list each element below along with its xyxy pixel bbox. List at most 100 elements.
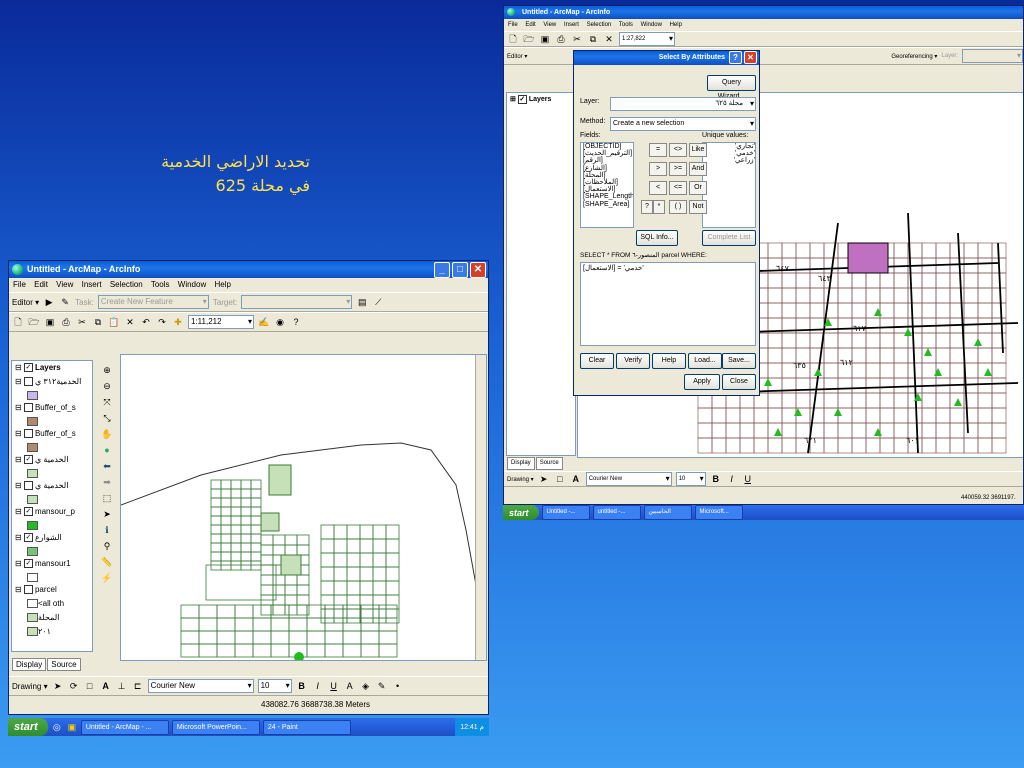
right-save-icon[interactable]: ▣ [539,33,551,45]
cut-icon[interactable]: ✂ [76,316,88,328]
undo-icon[interactable]: ↶ [140,316,152,328]
operator-button[interactable]: = [649,143,667,157]
identify-icon[interactable]: ℹ [101,524,113,536]
menu-window[interactable]: Window [178,280,206,289]
dialog-title-bar[interactable]: Select By Attributes ? ✕ [574,51,759,65]
right-menu-selection[interactable]: Selection [587,22,612,28]
toc-layer-checkbox[interactable]: ✓ [23,363,33,373]
toc-layer-row[interactable]: ⊟ ✓ mansour1 [12,557,92,571]
toc-layer-row[interactable]: ⊟ ✓ الشوارع [12,531,92,545]
open-folder-icon[interactable]: 🗁 [28,316,40,328]
operator-button[interactable]: Like [689,143,707,157]
bold-icon[interactable]: B [296,680,308,692]
expression-textarea[interactable]: [الاستعمال] = 'خدمي' [580,262,756,346]
rotate-icon[interactable]: ⟳ [68,680,80,692]
toc-layer-checkbox[interactable] [23,481,33,491]
operator-button[interactable]: > [649,162,667,176]
toc-layer-row[interactable]: ٢٠١ [12,625,92,639]
operator-button[interactable]: * [653,200,665,214]
line-color-icon[interactable]: ✎ [376,680,388,692]
operator-button[interactable]: ? [641,200,653,214]
save-icon[interactable]: ▣ [44,316,56,328]
taskbar-item-paint[interactable]: 24 - Paint [262,719,351,735]
right-tab-display[interactable]: Display [507,457,535,470]
unique-value-item[interactable]: 'تجاري' [703,143,755,150]
target-select[interactable] [241,295,353,309]
right-text-icon[interactable]: A [570,473,582,485]
editor-toolbar-icon[interactable]: ✍ [258,316,270,328]
zoom-in-icon[interactable]: ⊕ [101,364,113,376]
right-scale-select[interactable]: 1:27,822 [619,32,675,46]
fixed-zoom-out-icon[interactable]: ⤡ [101,412,113,424]
select-arrow-icon[interactable]: ➤ [52,680,64,692]
right-toc-root[interactable]: ⊞ ✓ Layers [507,93,575,107]
tab-source[interactable]: Source [47,658,81,671]
toc-expand-toggle[interactable]: ⊟ [15,585,24,594]
close-dialog-button[interactable]: Close [722,374,756,390]
toc-layer-row[interactable]: المحلة [12,611,92,625]
query-wizard-button[interactable]: Query Wizard... [707,75,756,100]
menu-tools[interactable]: Tools [151,280,170,289]
select-elements-icon[interactable]: ➤ [101,508,113,520]
callout-icon[interactable]: ⊏ [132,680,144,692]
right-open-icon[interactable]: 🗁 [523,33,535,45]
dialog-method-select[interactable]: Create a new selection [610,117,756,131]
taskbar-item-powerpoint[interactable]: Microsoft PowerPoin... [171,719,260,735]
marker-color-icon[interactable]: • [392,680,404,692]
right-print-icon[interactable]: ⎙ [555,33,567,45]
right-title-bar[interactable]: Untitled - ArcMap - ArcInfo [504,6,1023,19]
help-button[interactable]: Help [652,353,686,369]
toc-layer-row[interactable]: ⊟ ✓ الخدمية ي [12,453,92,467]
print-icon[interactable]: ⎙ [60,316,72,328]
rectangle-icon[interactable]: □ [84,680,96,692]
sketch-pencil-icon[interactable]: ✎ [59,296,71,308]
quicklaunch-icon[interactable]: ◎ [51,721,63,733]
menu-help[interactable]: Help [214,280,230,289]
left-map-canvas[interactable] [120,354,487,661]
forward-extent-icon[interactable]: ➡ [101,476,113,488]
left-title-bar[interactable]: Untitled - ArcMap - ArcInfo _ □ ✕ [9,261,488,278]
close-button[interactable]: ✕ [470,262,486,278]
toc-layer-checkbox[interactable] [23,403,33,413]
operator-button[interactable]: <= [669,181,687,195]
field-list-item[interactable]: [المحلة] [581,172,633,179]
toc-expand-toggle[interactable]: ⊟ [15,559,24,568]
unique-value-item[interactable]: 'زراعي' [703,157,755,164]
redo-icon[interactable]: ↷ [156,316,168,328]
right-start-button[interactable]: start [503,505,539,520]
toc-layer-row[interactable]: <all oth [12,597,92,611]
save-button[interactable]: Save... [722,353,756,369]
right-menu-window[interactable]: Window [641,22,662,28]
toc-layer-checkbox[interactable]: ✓ [23,533,33,543]
menu-file[interactable]: File [13,280,26,289]
field-list-item[interactable]: [الاستعمال] [581,186,633,193]
toc-expand-toggle[interactable]: ⊟ [15,533,24,542]
right-tab-source[interactable]: Source [535,457,563,470]
toc-expand-toggle[interactable]: ⊟ [15,481,24,490]
toc-layer-checkbox[interactable] [23,429,33,439]
right-taskbar-item-2[interactable]: الحاسبين [643,505,692,520]
right-menu-tools[interactable]: Tools [619,22,633,28]
toc-layer-checkbox[interactable] [23,377,33,387]
menu-edit[interactable]: Edit [34,280,48,289]
maximize-button[interactable]: □ [452,262,468,278]
right-menu-file[interactable]: File [508,22,518,28]
right-copy-icon[interactable]: ⧉ [587,33,599,45]
right-menu-edit[interactable]: Edit [525,22,535,28]
dialog-help-button[interactable]: ? [729,51,742,64]
field-list-item[interactable]: [SHAPE_Area] [581,201,633,208]
delete-icon[interactable]: ✕ [124,316,136,328]
load-button[interactable]: Load... [688,353,722,369]
new-document-icon[interactable]: 🗋 [12,316,24,328]
drawing-menu-button[interactable]: Drawing ▾ [12,682,48,691]
editor-menu-button[interactable]: Editor ▾ [12,298,39,307]
taskbar-item-arcmap[interactable]: Untitled - ArcMap - ... [80,719,169,735]
right-menu-insert[interactable]: Insert [564,22,579,28]
fill-color-icon[interactable]: ◈ [360,680,372,692]
right-select-arrow-icon[interactable]: ➤ [538,473,550,485]
quicklaunch-outlook-icon[interactable]: ▣ [66,721,78,733]
right-taskbar-item-0[interactable]: Untitled -... [541,505,590,520]
measure-icon[interactable]: 📏 [101,556,113,568]
operator-button[interactable]: Not [689,200,707,214]
toc-expand-toggle[interactable]: ⊟ [15,403,24,412]
